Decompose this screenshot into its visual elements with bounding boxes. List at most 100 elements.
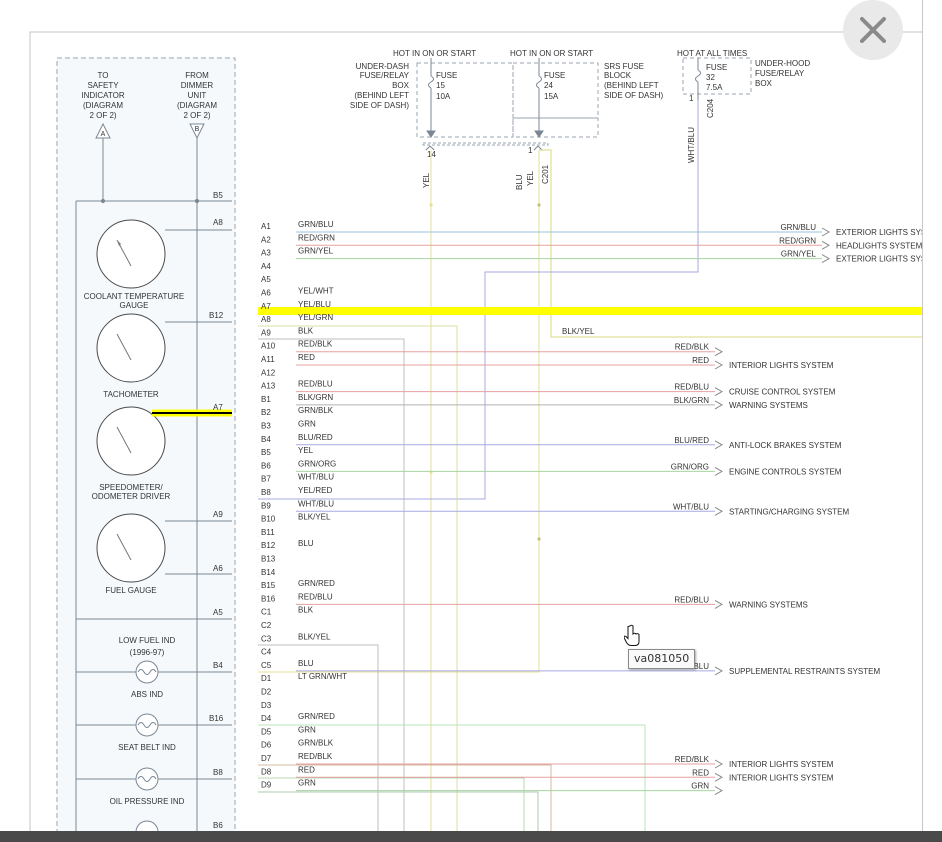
output-system-label-1: HEADLIGHTS SYSTEM [836,241,922,250]
pin-label-b12: B12 [261,541,276,550]
pin-label-a4: A4 [261,262,271,271]
box2-line-4: SIDE OF DASH) [604,91,663,100]
pin-label-b10: B10 [261,515,276,524]
wire-color-a2: RED/GRN [298,233,335,242]
wire-color-a10: RED/BLK [298,340,333,349]
output-system-label-4: INTERIOR LIGHTS SYSTEM [729,361,834,370]
pin-label-b13: B13 [261,555,276,564]
pin-14: 14 [427,150,436,159]
output-arrow-icon-2 [821,254,831,264]
output-arrow-icon-9 [714,506,724,516]
pin-label-a3: A3 [261,249,271,258]
gauge-1-label-b: GAUGE [120,301,149,310]
box3-line-3: BOX [755,79,773,88]
output-wire-label-8: GRN/ORG [671,462,709,471]
wire-color-a3: GRN/YEL [298,247,334,256]
pin-label-b1: B1 [261,395,271,404]
pin-label-a1: A1 [261,222,271,231]
wire-color-a9: BLK [298,326,314,335]
connector-pin-rows: A1 GRN/BLU A2 RED/GRN A3 GRN/YEL A4 A5 A6 YEL/WHT… [257,220,347,790]
fuse1-line-1: FUSE [436,71,457,80]
output-arrow-icon-8 [714,466,724,476]
wire-color-d4: GRN/RED [298,712,335,721]
output-wire-label-14: GRN [691,782,709,791]
output-system-label-0: EXTERIOR LIGHTS SYS [836,228,922,237]
wire-color-c5: BLU [298,659,314,668]
safety-line-5: 2 OF 2) [89,111,116,120]
wire-color-b10: BLK/YEL [298,513,331,522]
lamp-4-label: OIL PRESSURE IND [110,797,185,806]
output-system-label-9: STARTING/CHARGING SYSTEM [729,507,849,516]
dimmer-line-4: (DIAGRAM [177,101,217,110]
dimmer-line-3: UNIT [188,91,207,100]
hot-label-3: HOT AT ALL TIMES [677,49,747,58]
wire-color-a8: YEL/GRN [298,313,333,322]
pin-1-b: 1 [689,94,694,103]
wire-color-d7: RED/BLK [298,752,333,761]
wire-color-d5: GRN [298,725,316,734]
output-arrow-icon-1 [821,240,831,250]
pin-label-c3: C3 [261,634,272,643]
pin-label-d7: D7 [261,754,272,763]
output-arrow-icon-6 [714,400,724,410]
wire-color-d8: RED [298,765,315,774]
output-wire-label-2: GRN/YEL [781,250,817,259]
gauge-1-pin: A8 [213,218,223,227]
right-scroll-rail[interactable] [922,0,942,842]
wire-color-b12: BLU [298,539,314,548]
wire-color-b2: GRN/BLK [298,406,334,415]
safety-line-1: TO [98,71,109,80]
pin-label-c5: C5 [261,661,272,670]
output-wire-label-5: RED/BLU [674,383,709,392]
image-tooltip: va081050 [628,649,696,669]
output-arrow-icon-12 [714,759,724,769]
hand-cursor-icon [624,624,640,646]
wire-color-a13: RED/BLU [298,380,333,389]
output-wire-label-6: BLK/GRN [674,396,709,405]
pin-label-b3: B3 [261,422,271,431]
pin-label-b15: B15 [261,581,276,590]
output-arrow-icon-0 [821,227,831,237]
pin-a5-left: A5 [213,608,223,617]
pin-label-c4: C4 [261,648,272,657]
output-wire-label-12: RED/BLK [675,755,710,764]
box2-line-1: SRS FUSE [604,62,644,71]
lamp-2-pin: B16 [209,714,224,723]
gauge-3-pin: A7 [213,403,223,412]
box2-line-3: (BEHIND LEFT [604,81,659,90]
lamp-4-pin: B6 [213,821,223,830]
lamp-3-pin: B8 [213,768,223,777]
fuse-block-area: HOT IN ON OR START HOT IN ON OR START HO… [350,49,810,190]
output-system-label-8: ENGINE CONTROLS SYSTEM [729,467,842,476]
output-wire-label-9: WHT/BLU [673,502,709,511]
pin-label-a7: A7 [261,302,271,311]
gauge-2-pin: B12 [209,311,224,320]
fuse3-line-1: FUSE [706,63,727,72]
pin-label-d1: D1 [261,674,272,683]
output-wire-label-4: RED [692,356,709,365]
gauge-3-label-a: SPEEDOMETER/ [99,483,163,492]
pin-label-d2: D2 [261,688,272,697]
gauge-4-pin: A9 [213,510,223,519]
safety-line-3: INDICATOR [81,91,124,100]
pin-label-b9: B9 [261,501,271,510]
hot-label-1: HOT IN ON OR START [393,49,476,58]
pin-label-b7: B7 [261,475,271,484]
output-system-label-6: WARNING SYSTEMS [729,401,808,410]
pin-1-a: 1 [528,146,533,155]
wire-color-b4: BLU/RED [298,433,333,442]
close-button[interactable] [843,0,903,60]
dimmer-line-1: FROM [185,71,209,80]
output-arrow-icon-13 [714,772,724,782]
pin-label-b2: B2 [261,408,271,417]
output-system-label-11: SUPPLEMENTAL RESTRAINTS SYSTEM [729,667,880,676]
pin-label-a13: A13 [261,382,276,391]
marker-b: B [195,126,200,133]
marker-a: A [101,131,106,138]
wire-color-d9: GRN [298,779,316,788]
pin-label-c2: C2 [261,621,272,630]
fuse2-line-3: 15A [544,92,559,101]
dimmer-line-5: 2 OF 2) [183,111,210,120]
wire-blu: BLU [515,174,524,190]
output-wire-label-11: BLU [693,662,709,671]
